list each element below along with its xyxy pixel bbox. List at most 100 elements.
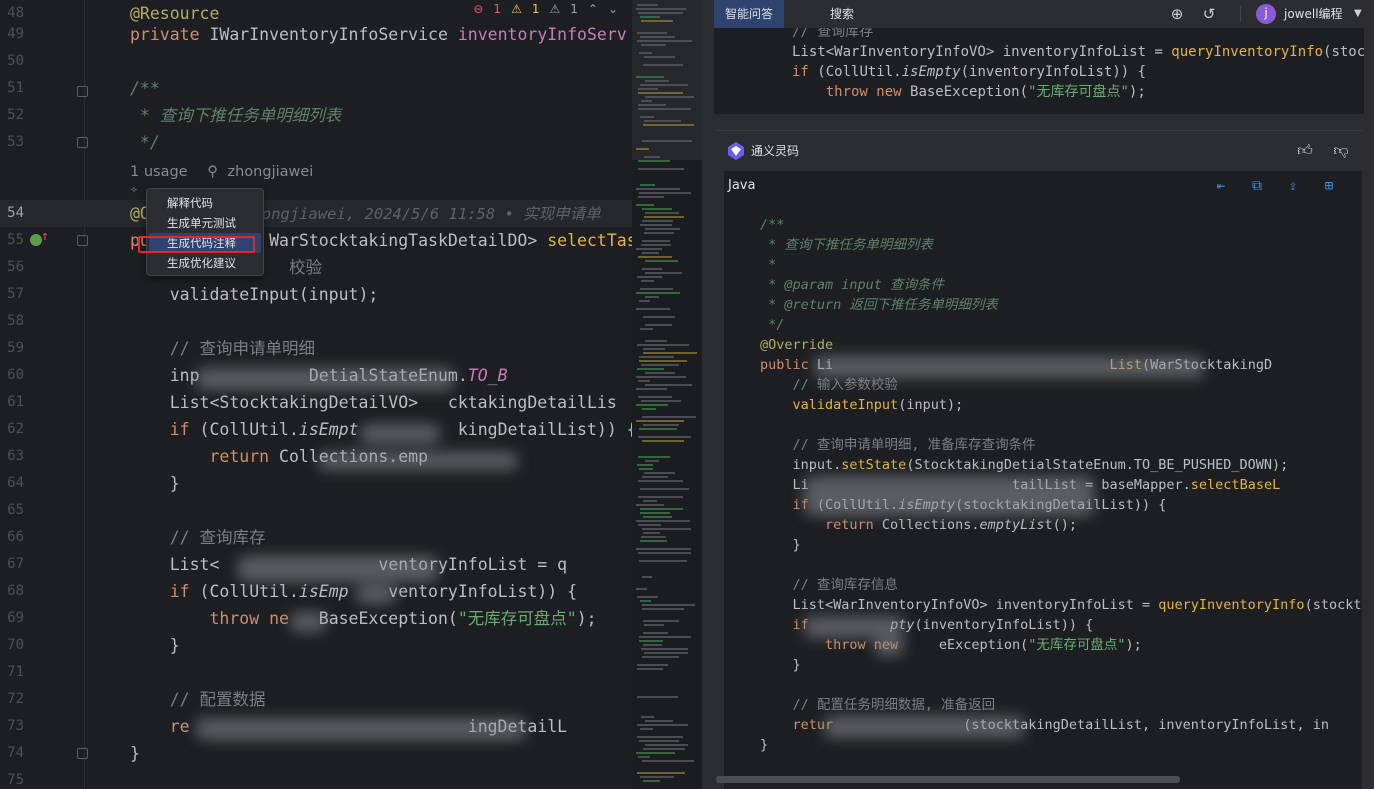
code-token: if bbox=[130, 582, 200, 601]
code-token: eException( bbox=[938, 637, 1029, 653]
code-text: /** bbox=[130, 75, 160, 102]
usage-hint[interactable]: 1 usage ⚲ zhongjiawei bbox=[130, 160, 313, 182]
code-line: validateInput(input); bbox=[760, 395, 964, 415]
editor-line[interactable]: 59 // 查询申请单明细 bbox=[0, 335, 632, 362]
code-editor[interactable]: 48 @Resource 49 private IWarInventoryInfoSe… bbox=[0, 0, 632, 789]
minimap-line bbox=[639, 640, 663, 642]
new-file-icon[interactable]: ⇪ bbox=[1284, 177, 1302, 195]
minimap-line bbox=[640, 84, 688, 86]
minimap-line bbox=[636, 504, 664, 506]
usage-count[interactable]: 1 usage bbox=[130, 164, 188, 180]
horizontal-scrollbar[interactable] bbox=[716, 776, 1180, 783]
minimap-line bbox=[643, 516, 672, 518]
editor-line[interactable]: 55 pu WarStocktakingTaskDetailDO> selectT… bbox=[0, 227, 632, 254]
code-text: // 配置数据 bbox=[130, 686, 266, 713]
code-token: "无库存可盘点" bbox=[457, 609, 577, 628]
editor-line[interactable]: 58 bbox=[0, 308, 632, 335]
minimap-line bbox=[638, 480, 683, 482]
insert-code-icon[interactable]: ⇤ bbox=[1212, 177, 1230, 195]
code-token: BaseException( bbox=[910, 84, 1029, 100]
add-icon[interactable]: ⊕ bbox=[1168, 5, 1186, 23]
thumb-up-icon[interactable]: 👍︎ bbox=[1296, 141, 1314, 159]
code-token: // 查询库存 bbox=[130, 528, 266, 547]
tab-search[interactable]: 搜索 bbox=[830, 0, 854, 28]
editor-line[interactable]: 70 } bbox=[0, 632, 632, 659]
thumb-down-icon[interactable]: 👎︎ bbox=[1332, 141, 1350, 159]
editor-line[interactable]: 72 // 配置数据 bbox=[0, 686, 632, 713]
code-token: if bbox=[130, 420, 200, 439]
minimap-line bbox=[638, 196, 664, 198]
editor-line[interactable]: 75 bbox=[0, 767, 632, 789]
minimap-line bbox=[638, 168, 684, 170]
editor-line[interactable]: 50 bbox=[0, 48, 632, 75]
minimap-line bbox=[638, 104, 666, 106]
editor-line[interactable]: 71 bbox=[0, 659, 632, 686]
code-token: * @return 返回下推任务单明细列表 bbox=[760, 297, 998, 313]
menu-item[interactable]: 解释代码 bbox=[149, 193, 261, 213]
editor-line[interactable]: 57 validateInput(input); bbox=[0, 281, 632, 308]
editor-line[interactable]: 63 return Collections.emp bbox=[0, 443, 632, 470]
code-token: * 查询下推任务单明细列表 bbox=[130, 106, 342, 125]
menu-item[interactable]: 生成单元测试 bbox=[149, 213, 261, 233]
code-token: } bbox=[130, 474, 180, 493]
ai-sparkle-icon[interactable]: ✧ bbox=[130, 182, 138, 197]
code-line: input.setState(StocktakingDetialStateEnu… bbox=[760, 455, 1289, 475]
add-snippet-icon[interactable]: ⊞ bbox=[1320, 177, 1338, 195]
code-text: private IWarInventoryInfoService invento… bbox=[130, 21, 627, 48]
editor-line[interactable]: 68 if (CollUtil.isEmp ventoryInfoList)) … bbox=[0, 578, 632, 605]
fold-icon[interactable] bbox=[77, 86, 88, 97]
warning-icon: ⚠ bbox=[511, 2, 522, 16]
arrow-up-icon[interactable]: ⌃ bbox=[588, 2, 598, 16]
minimap-line bbox=[637, 724, 688, 726]
editor-line[interactable]: 49 private IWarInventoryInfoService inven… bbox=[0, 21, 632, 48]
editor-line[interactable]: 64 } bbox=[0, 470, 632, 497]
scroll-gutter bbox=[1364, 28, 1374, 128]
arrow-down-icon[interactable]: ⌄ bbox=[608, 2, 618, 16]
minimap-line bbox=[636, 420, 684, 422]
minimap-line bbox=[641, 244, 671, 246]
avatar[interactable]: j bbox=[1256, 4, 1276, 24]
code-token: ); bbox=[1125, 637, 1142, 653]
fold-icon[interactable] bbox=[77, 137, 88, 148]
minimap-line bbox=[640, 288, 673, 290]
editor-line[interactable]: 65 bbox=[0, 497, 632, 524]
line-number: 69 bbox=[7, 610, 24, 626]
minimap-line bbox=[640, 508, 683, 510]
chevron-down-icon[interactable]: ▼ bbox=[1354, 0, 1362, 28]
minimap-line bbox=[641, 648, 688, 650]
editor-line[interactable]: 52 * 查询下推任务单明细列表 bbox=[0, 102, 632, 129]
fold-icon[interactable] bbox=[77, 235, 88, 246]
fold-icon[interactable] bbox=[77, 748, 88, 759]
minimap-line bbox=[643, 424, 679, 426]
redacted-region bbox=[290, 612, 326, 632]
history-icon[interactable]: ↺ bbox=[1200, 5, 1218, 23]
editor-line[interactable]: 53 */ bbox=[0, 129, 632, 156]
editor-line[interactable]: 61 List<StocktakingDetailVO> cktakingDet… bbox=[0, 389, 632, 416]
panel-splitter[interactable] bbox=[702, 0, 714, 789]
minimap-line bbox=[641, 44, 666, 46]
editor-line[interactable]: 56 校验 bbox=[0, 254, 632, 281]
minimap-line bbox=[640, 36, 675, 38]
username[interactable]: jowell编程 bbox=[1284, 0, 1343, 28]
minimap-line bbox=[639, 560, 687, 562]
editor-line[interactable]: 62 if (CollUtil.isEmpt kingDetailList)) … bbox=[0, 416, 632, 443]
editor-line[interactable]: 74} bbox=[0, 740, 632, 767]
minimap-line bbox=[636, 588, 647, 590]
editor-line[interactable]: 66 // 查询库存 bbox=[0, 524, 632, 551]
tab-chat[interactable]: 智能问答 bbox=[714, 0, 784, 28]
line-number: 70 bbox=[7, 637, 24, 653]
code-token: TO_B bbox=[467, 366, 508, 385]
copy-icon[interactable]: ⧉ bbox=[1248, 177, 1266, 195]
minimap[interactable] bbox=[632, 0, 702, 789]
code-line: // 查询库存 bbox=[792, 28, 873, 42]
editor-line[interactable]: 54 @O hongjiawei, 2024/5/6 11:58 • 实现申请单 bbox=[0, 200, 632, 227]
menu-item[interactable]: 生成优化建议 bbox=[149, 253, 261, 273]
line-number: 49 bbox=[7, 26, 24, 42]
redacted-region bbox=[824, 716, 1024, 738]
editor-line[interactable]: 51 /** bbox=[0, 75, 632, 102]
code-token: // 查询库存信息 bbox=[760, 577, 898, 593]
minimap-line bbox=[643, 316, 675, 318]
minimap-line bbox=[636, 308, 670, 310]
minimap-line bbox=[644, 232, 674, 234]
inspection-widget[interactable]: ⊖ 1 ⚠ 1 ⚠ 1 ⌃ ⌄ bbox=[467, 0, 618, 18]
